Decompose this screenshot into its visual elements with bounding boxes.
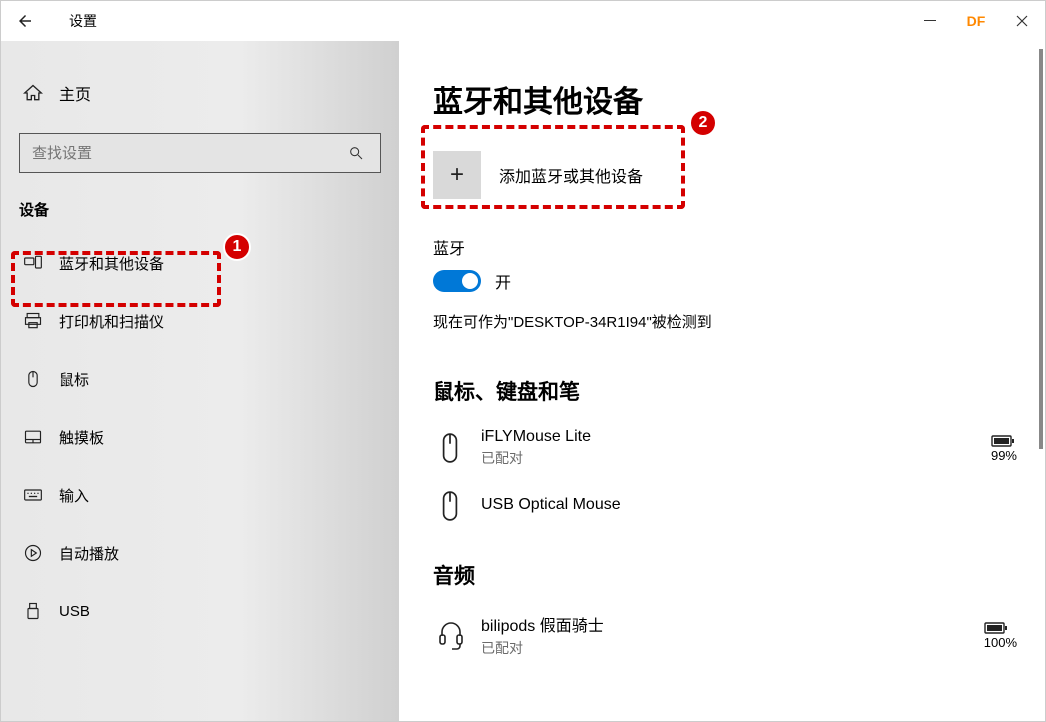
sidebar-item-label: 打印机和扫描仪 (59, 311, 164, 332)
sidebar-item-label: 自动播放 (59, 543, 119, 564)
annotation-badge-2: 2 (689, 109, 717, 137)
group-title-mkb: 鼠标、键盘和笔 (433, 376, 1021, 406)
touchpad-icon (23, 427, 59, 447)
bluetooth-label: 蓝牙 (433, 235, 1021, 259)
add-device-button[interactable]: + 添加蓝牙或其他设备 (433, 151, 643, 199)
device-name: bilipods 假面骑士 (481, 612, 984, 636)
bluetooth-toggle[interactable] (433, 270, 481, 292)
home-icon (23, 83, 59, 103)
device-row[interactable]: USB Optical Mouse (433, 482, 1021, 536)
sidebar-item-autoplay[interactable]: 自动播放 (1, 524, 399, 582)
bluetooth-state: 开 (495, 269, 511, 293)
search-icon (348, 145, 368, 161)
battery-icon (984, 621, 1017, 635)
sidebar-item-label: USB (59, 603, 90, 620)
device-battery: 100% (984, 621, 1017, 650)
minimize-icon (924, 15, 936, 27)
sidebar-item-label: 鼠标 (59, 369, 89, 390)
device-row[interactable]: iFLYMouse Lite 已配对 99% (433, 420, 1021, 482)
device-battery: 99% (991, 434, 1017, 463)
sidebar-item-label: 输入 (59, 485, 89, 506)
mouse-icon (437, 432, 481, 464)
devices-icon (23, 253, 59, 273)
scrollbar[interactable] (1039, 49, 1043, 449)
arrow-left-icon (16, 12, 34, 30)
back-button[interactable] (1, 1, 49, 41)
group-title-audio: 音频 (433, 560, 1021, 590)
close-button[interactable] (999, 1, 1045, 41)
mouse-icon (23, 369, 59, 389)
sidebar-item-touchpad[interactable]: 触摸板 (1, 408, 399, 466)
close-icon (1016, 15, 1028, 27)
add-device-label: 添加蓝牙或其他设备 (499, 163, 643, 187)
annotation-badge-1: 1 (223, 233, 251, 261)
sidebar: 主页 设备 蓝牙和其他设备 打印机和扫描仪 (1, 41, 399, 721)
device-status: 已配对 (481, 448, 991, 468)
sidebar-item-label: 触摸板 (59, 427, 104, 448)
usb-icon (23, 601, 59, 621)
headset-icon (437, 620, 481, 650)
device-name: iFLYMouse Lite (481, 428, 991, 446)
window-title: 设置 (49, 11, 97, 31)
battery-icon (991, 434, 1017, 448)
printer-icon (23, 311, 59, 331)
device-row[interactable]: bilipods 假面骑士 已配对 100% (433, 604, 1021, 672)
titlebar: 设置 DF (1, 1, 1045, 41)
sidebar-item-printers[interactable]: 打印机和扫描仪 (1, 292, 399, 350)
home-item[interactable]: 主页 (1, 71, 399, 115)
sidebar-item-bluetooth[interactable]: 蓝牙和其他设备 (1, 234, 399, 292)
mouse-icon (437, 490, 481, 522)
content-area: 蓝牙和其他设备 + 添加蓝牙或其他设备 蓝牙 开 现在可作为"DESKTOP-3… (399, 41, 1045, 721)
device-status: 已配对 (481, 638, 984, 658)
sidebar-item-mouse[interactable]: 鼠标 (1, 350, 399, 408)
page-title: 蓝牙和其他设备 (433, 77, 1021, 121)
sidebar-item-label: 蓝牙和其他设备 (59, 253, 164, 274)
search-box[interactable] (19, 133, 381, 173)
sidebar-item-usb[interactable]: USB (1, 582, 399, 640)
discoverable-text: 现在可作为"DESKTOP-34R1I94"被检测到 (433, 311, 1021, 332)
minimize-button[interactable] (907, 1, 953, 41)
sidebar-item-typing[interactable]: 输入 (1, 466, 399, 524)
search-input[interactable] (32, 145, 348, 162)
device-name: USB Optical Mouse (481, 496, 1017, 514)
home-label: 主页 (59, 81, 91, 105)
plus-icon: + (433, 151, 481, 199)
keyboard-icon (23, 485, 59, 505)
user-badge[interactable]: DF (953, 13, 999, 29)
category-header: 设备 (1, 195, 399, 234)
autoplay-icon (23, 543, 59, 563)
